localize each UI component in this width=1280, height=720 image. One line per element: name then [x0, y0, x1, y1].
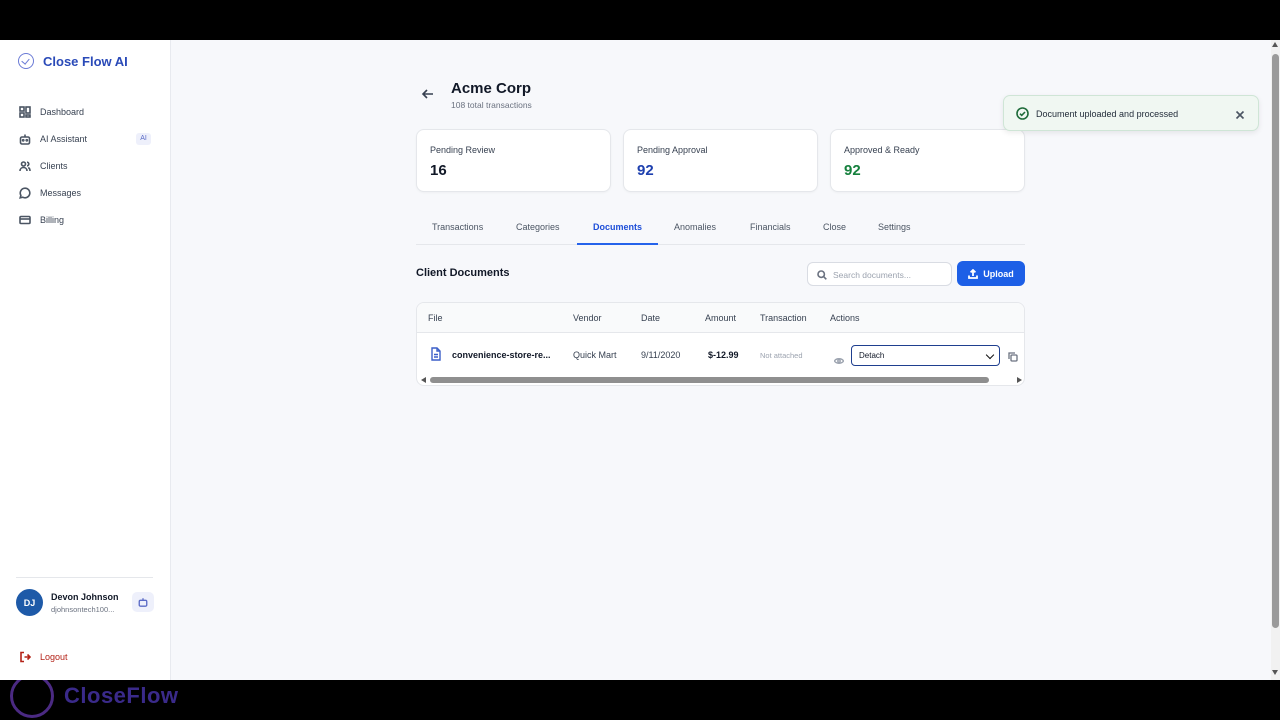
stat-card-pending-approval: Pending Approval 92 — [623, 129, 818, 192]
sidebar-item-ai-assistant[interactable]: AI Assistant AI — [0, 125, 171, 152]
user-assistant-button[interactable] — [132, 592, 154, 612]
horizontal-scrollbar[interactable] — [417, 375, 1024, 385]
screen-top-bar — [0, 0, 1280, 40]
amount-cell: $-12.99 — [708, 350, 739, 360]
avatar: DJ — [16, 589, 43, 616]
active-tab-indicator — [577, 243, 658, 245]
eye-icon — [833, 358, 845, 364]
close-icon — [1235, 110, 1245, 120]
date-cell: 9/11/2020 — [641, 350, 681, 360]
logout-icon — [20, 651, 31, 663]
user-divider — [16, 577, 153, 578]
tab-transactions[interactable]: Transactions — [432, 222, 483, 232]
arrow-left-icon — [421, 89, 433, 99]
ai-badge: AI — [136, 133, 151, 145]
tab-categories[interactable]: Categories — [516, 222, 560, 232]
watermark: CloseFlow — [10, 680, 179, 718]
column-header-date: Date — [641, 313, 661, 323]
documents-table: File Vendor Date Amount Transaction Acti… — [416, 302, 1025, 386]
column-header-vendor: Vendor — [573, 313, 602, 323]
brand[interactable]: Close Flow AI — [18, 53, 128, 69]
scroll-right-arrow[interactable] — [1017, 377, 1022, 383]
upload-button[interactable]: Upload — [957, 261, 1025, 286]
transaction-cell: Not attached — [760, 351, 803, 360]
transaction-action-select[interactable]: Detach — [851, 345, 1000, 366]
search-icon — [817, 270, 827, 280]
vendor-cell: Quick Mart — [573, 350, 617, 360]
upload-icon — [968, 268, 979, 279]
search-box[interactable] — [807, 262, 952, 286]
file-icon — [430, 347, 442, 361]
user-info: Devon Johnson djohnsontech100... — [51, 592, 119, 614]
copy-button[interactable] — [1008, 349, 1018, 362]
column-header-transaction: Transaction — [760, 313, 807, 323]
toast-message: Document uploaded and processed — [1036, 109, 1179, 119]
app-window: Close Flow AI Dashboard AI Assistant AI … — [0, 40, 1280, 680]
logout-label: Logout — [40, 652, 68, 662]
tab-anomalies[interactable]: Anomalies — [674, 222, 716, 232]
stat-label: Approved & Ready — [844, 145, 920, 155]
watermark-logo-icon — [10, 680, 54, 718]
search-input[interactable] — [833, 267, 948, 282]
view-button[interactable] — [833, 352, 845, 364]
sidebar-item-label: AI Assistant — [40, 133, 88, 144]
brand-name: Close Flow AI — [43, 53, 128, 69]
user-name: Devon Johnson — [51, 591, 119, 602]
stat-value: 16 — [430, 162, 447, 179]
page-scroll-thumb[interactable] — [1272, 54, 1279, 628]
sidebar-item-label: Clients — [40, 160, 68, 171]
stat-card-pending-review: Pending Review 16 — [416, 129, 611, 192]
page-subtitle: 108 total transactions — [451, 100, 532, 110]
sidebar-item-label: Billing — [40, 214, 65, 225]
logout-button[interactable]: Logout — [19, 651, 68, 663]
stat-value: 92 — [844, 162, 861, 179]
stat-label: Pending Approval — [637, 145, 708, 155]
sidebar-item-dashboard[interactable]: Dashboard — [0, 98, 171, 125]
sidebar-item-messages[interactable]: Messages — [0, 179, 171, 206]
tab-close[interactable]: Close — [823, 222, 846, 232]
stat-label: Pending Review — [430, 145, 496, 155]
table-header: File Vendor Date Amount Transaction Acti… — [417, 303, 1024, 333]
sidebar-item-label: Messages — [40, 187, 82, 198]
column-header-actions: Actions — [830, 313, 860, 323]
watermark-text: CloseFlow — [64, 683, 179, 708]
screen-bottom-bar: CloseFlow — [0, 680, 1280, 720]
horizontal-scroll-thumb[interactable] — [430, 377, 989, 383]
user-profile[interactable]: DJ Devon Johnson djohnsontech100... — [16, 589, 119, 616]
section-title: Client Documents — [416, 267, 510, 279]
scroll-down-arrow[interactable] — [1272, 670, 1278, 675]
sidebar: Close Flow AI Dashboard AI Assistant AI … — [0, 40, 171, 680]
user-email: djohnsontech100... — [51, 604, 115, 614]
column-header-amount: Amount — [705, 313, 737, 323]
stat-card-approved-ready: Approved & Ready 92 — [830, 129, 1025, 192]
sidebar-nav: Dashboard AI Assistant AI Clients Messag… — [0, 98, 171, 233]
brand-logo-icon — [18, 53, 34, 69]
dashboard-icon — [19, 105, 31, 118]
tab-financials[interactable]: Financials — [750, 222, 791, 232]
tab-documents[interactable]: Documents — [593, 222, 642, 232]
toast-close-button[interactable] — [1235, 107, 1247, 120]
message-icon — [19, 186, 31, 199]
upload-label: Upload — [983, 268, 1014, 279]
column-header-file: File — [428, 313, 443, 323]
page-title: Acme Corp — [451, 80, 532, 97]
sidebar-item-label: Dashboard — [40, 106, 85, 117]
stat-value: 92 — [637, 162, 654, 179]
page-scrollbar[interactable] — [1271, 40, 1280, 680]
sidebar-item-billing[interactable]: Billing — [0, 206, 171, 233]
card-icon — [19, 215, 31, 224]
copy-icon — [1008, 352, 1018, 362]
file-name[interactable]: convenience-store-re... — [452, 350, 551, 360]
scroll-up-arrow[interactable] — [1272, 42, 1278, 47]
users-icon — [19, 160, 31, 171]
bot-icon — [19, 134, 31, 145]
tab-bar: Transactions Categories Documents Anomal… — [416, 213, 1025, 245]
check-circle-icon — [1016, 107, 1029, 120]
back-button[interactable] — [421, 87, 435, 101]
toast-notification: Document uploaded and processed — [1003, 95, 1259, 131]
bot-icon — [138, 598, 148, 607]
sidebar-item-clients[interactable]: Clients — [0, 152, 171, 179]
scroll-left-arrow[interactable] — [421, 377, 426, 383]
tab-settings[interactable]: Settings — [878, 222, 911, 232]
